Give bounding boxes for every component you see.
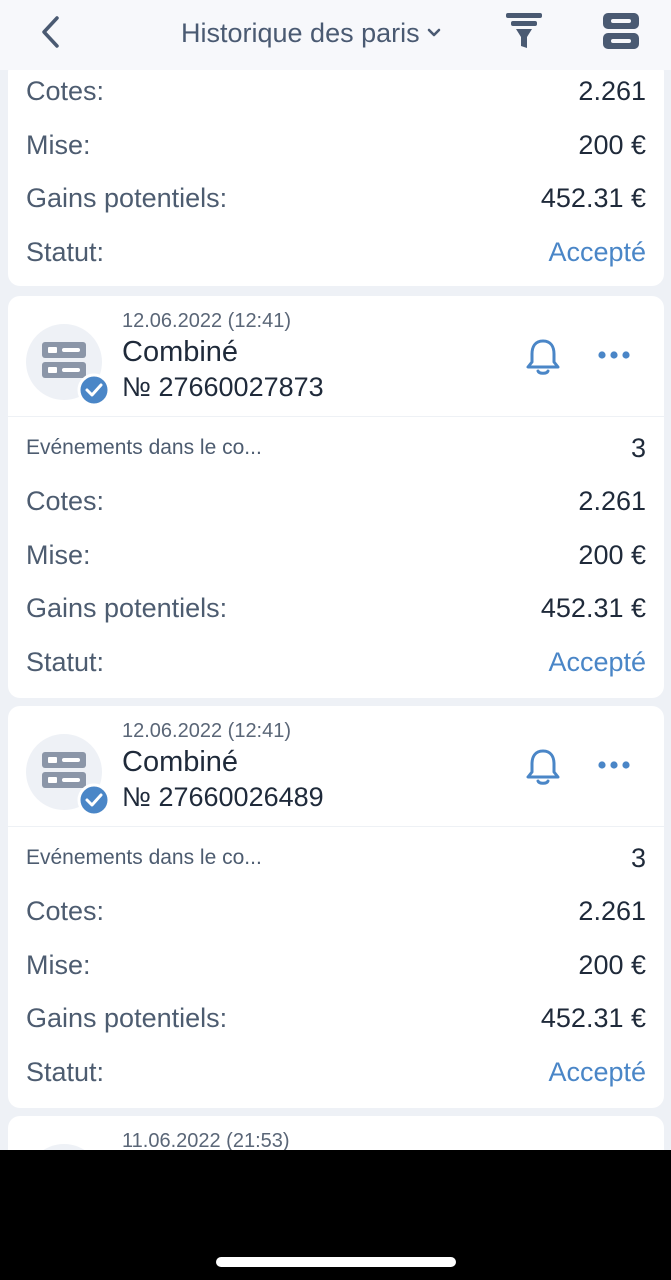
status-label: Statut:	[26, 236, 105, 267]
stake-row: Mise: 200 €	[26, 535, 646, 575]
potential-gains-value: 452.31 €	[540, 182, 646, 213]
status-label: Statut:	[26, 1056, 105, 1087]
bet-date: 12.06.2022 (12:41)	[122, 310, 292, 332]
status-label: Statut:	[26, 646, 105, 677]
bell-icon	[526, 339, 560, 375]
bet-card-header: 12.06.2022 (12:41) Combiné № 27660027873	[8, 296, 664, 417]
top-bar: Historique des paris	[0, 0, 671, 70]
bet-number: № 27660026489	[122, 782, 324, 812]
odds-value: 2.261	[578, 895, 646, 926]
stake-label: Mise:	[26, 129, 91, 160]
potential-gains-value: 452.31 €	[540, 1002, 646, 1033]
status-row: Statut: Accepté	[26, 1052, 646, 1092]
stake-row: Mise: 200 €	[26, 945, 646, 985]
potential-gains-value: 452.31 €	[540, 592, 646, 623]
stake-row: Mise: 200 €	[26, 125, 646, 165]
bet-card-partial[interactable]: Cotes: 2.261 Mise: 200 € Gains potentiel…	[8, 60, 664, 286]
odds-label: Cotes:	[26, 485, 105, 516]
more-options-button[interactable]	[592, 750, 636, 780]
more-horizontal-icon	[598, 351, 630, 359]
events-count: 3	[630, 842, 646, 873]
events-label: Evénements dans le co...	[26, 436, 262, 459]
status-row: Statut: Accepté	[26, 232, 646, 272]
chevron-down-icon	[426, 27, 442, 39]
bet-type: Combiné	[122, 336, 239, 368]
potential-gains-row: Gains potentiels: 452.31 €	[26, 998, 646, 1038]
events-count: 3	[630, 432, 646, 463]
potential-gains-label: Gains potentiels:	[26, 592, 228, 623]
odds-label: Cotes:	[26, 75, 105, 106]
more-options-button[interactable]	[592, 340, 636, 370]
potential-gains-row: Gains potentiels: 452.31 €	[26, 588, 646, 628]
odds-value: 2.261	[578, 75, 646, 106]
bet-card[interactable]: 12.06.2022 (12:41) Combiné № 27660027873…	[8, 296, 664, 698]
potential-gains-row: Gains potentiels: 452.31 €	[26, 178, 646, 218]
odds-label: Cotes:	[26, 895, 105, 926]
odds-row: Cotes: 2.261	[26, 891, 646, 931]
status-value: Accepté	[548, 646, 646, 677]
status-row: Statut: Accepté	[26, 642, 646, 682]
odds-row: Cotes: 2.261	[26, 481, 646, 521]
home-indicator[interactable]	[216, 1257, 456, 1267]
notification-button[interactable]	[522, 336, 564, 378]
title-dropdown[interactable]: Historique des paris	[181, 13, 442, 53]
accumulator-bet-icon	[26, 324, 111, 407]
filter-button[interactable]	[502, 8, 546, 52]
bet-type: Combiné	[122, 746, 239, 778]
layout-toggle-icon	[603, 13, 639, 49]
events-row: Evénements dans le co... 3	[26, 428, 646, 468]
stake-value: 200 €	[578, 949, 646, 980]
odds-value: 2.261	[578, 485, 646, 516]
events-row: Evénements dans le co... 3	[26, 838, 646, 878]
back-button[interactable]	[30, 10, 70, 54]
stake-label: Mise:	[26, 949, 91, 980]
chevron-left-icon	[42, 16, 59, 48]
potential-gains-label: Gains potentiels:	[26, 182, 228, 213]
more-horizontal-icon	[598, 761, 630, 769]
events-label: Evénements dans le co...	[26, 846, 262, 869]
status-value: Accepté	[548, 236, 646, 267]
stake-value: 200 €	[578, 129, 646, 160]
notification-button[interactable]	[522, 746, 564, 788]
potential-gains-label: Gains potentiels:	[26, 1002, 228, 1033]
layout-toggle-button[interactable]	[598, 8, 644, 54]
bet-date: 12.06.2022 (12:41)	[122, 720, 292, 742]
status-value: Accepté	[548, 1056, 646, 1087]
bet-number: № 27660027873	[122, 372, 324, 402]
stake-value: 200 €	[578, 539, 646, 570]
bell-icon	[526, 749, 560, 785]
bet-card-header: 12.06.2022 (12:41) Combiné № 27660026489	[8, 706, 664, 827]
filter-icon	[506, 13, 542, 48]
odds-row: Cotes: 2.261	[26, 71, 646, 111]
bet-card[interactable]: 12.06.2022 (12:41) Combiné № 27660026489…	[8, 706, 664, 1108]
accumulator-bet-icon	[26, 734, 111, 817]
stake-label: Mise:	[26, 539, 91, 570]
page-title: Historique des paris	[181, 17, 420, 48]
